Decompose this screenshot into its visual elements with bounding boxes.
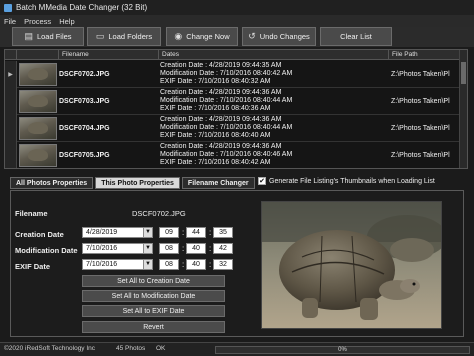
col-file-path[interactable]: File Path [389, 50, 459, 60]
clear-list-button[interactable]: Clear List [320, 27, 392, 46]
menu-help[interactable]: Help [59, 17, 74, 26]
grid-header: Filename Dates File Path [5, 50, 467, 60]
folder-icon: ▭ [95, 31, 105, 41]
row-filename: DSCF0705.JPG [59, 152, 110, 159]
file-list-grid[interactable]: Filename Dates File Path ▶ DSCF0702.JPG … [4, 49, 468, 169]
modification-date-label: Modification Date [15, 246, 78, 255]
creation-date-picker[interactable]: 4/28/2019 ▼ [82, 227, 153, 238]
col-filename[interactable]: Filename [59, 50, 159, 60]
modification-minute-field[interactable]: 40 [186, 243, 206, 254]
row-file-path: Z:\Photos Taken\Pl [391, 98, 450, 105]
row-indicator [5, 142, 17, 168]
load-folders-button[interactable]: ▭ Load Folders [87, 27, 161, 46]
row-creation-date: Creation Date : 4/28/2019 09:44:36 AM [160, 116, 282, 123]
chevron-down-icon[interactable]: ▼ [143, 228, 152, 237]
chevron-down-icon[interactable]: ▼ [143, 244, 152, 253]
revert-button[interactable]: Revert [82, 321, 225, 333]
row-filename: DSCF0702.JPG [59, 71, 110, 78]
modification-hour-field[interactable]: 08 [159, 243, 179, 254]
row-thumbnail [19, 63, 57, 86]
row-creation-date: Creation Date : 4/28/2019 09:44:36 AM [160, 143, 282, 150]
tab-filename-changer[interactable]: Filename Changer [181, 177, 255, 189]
menu-process[interactable]: Process [24, 17, 51, 26]
undo-icon: ↺ [248, 31, 256, 41]
row-file-path: Z:\Photos Taken\Pl [391, 71, 450, 78]
photo-count: 45 Photos [116, 345, 146, 352]
set-all-exif-date-button[interactable]: Set All to EXIF Date [82, 305, 225, 317]
exif-hour-field[interactable]: 08 [159, 259, 179, 270]
progress-bar: 0% [215, 346, 470, 354]
table-row[interactable]: DSCF0704.JPG Creation Date : 4/28/2019 0… [5, 115, 467, 142]
grid-scroll-thumb[interactable] [461, 62, 466, 84]
row-indicator [5, 88, 17, 115]
row-exif-date: EXIF Date : 7/10/2016 08:40:42 AM [160, 159, 271, 166]
exif-second-field[interactable]: 32 [213, 259, 233, 270]
row-thumbnail [19, 90, 57, 113]
row-modification-date: Modification Date : 7/10/2016 08:40:44 A… [160, 124, 293, 131]
filename-value: DSCF0702.JPG [132, 209, 186, 218]
exif-date-picker[interactable]: 7/10/2016 ▼ [82, 259, 153, 270]
tab-this-photo-properties[interactable]: This Photo Properties [95, 177, 180, 189]
exif-date-label: EXIF Date [15, 262, 51, 271]
filename-label: Filename [15, 209, 48, 218]
photo-preview [261, 201, 442, 329]
thumbnail-option[interactable]: ✔ Generate File Listing's Thumbnails whe… [258, 177, 435, 185]
row-exif-date: EXIF Date : 7/10/2016 08:40:40 AM [160, 132, 271, 139]
row-file-path: Z:\Photos Taken\Pl [391, 125, 450, 132]
set-all-creation-date-button[interactable]: Set All to Creation Date [82, 275, 225, 287]
row-indicator [5, 115, 17, 142]
row-creation-date: Creation Date : 4/28/2019 09:44:36 AM [160, 89, 282, 96]
tab-all-photos-properties[interactable]: All Photos Properties [10, 177, 94, 189]
menu-file[interactable]: File [4, 17, 16, 26]
change-now-icon: ◉ [174, 31, 183, 41]
change-now-button[interactable]: ◉ Change Now [166, 27, 238, 46]
creation-second-field[interactable]: 35 [213, 227, 233, 238]
toolbar: ▤ Load Files ▭ Load Folders ◉ Change Now… [0, 27, 474, 47]
load-files-icon: ▤ [24, 31, 33, 41]
creation-date-label: Creation Date [15, 230, 64, 239]
copyright-text: ©2020 iRedSoft Technology Inc [4, 345, 96, 352]
table-row[interactable]: DSCF0705.JPG Creation Date : 4/28/2019 0… [5, 142, 467, 168]
app-icon [4, 3, 12, 12]
thumbnail-option-label: Generate File Listing's Thumbnails when … [269, 177, 435, 185]
row-thumbnail [19, 144, 57, 167]
chevron-down-icon[interactable]: ▼ [143, 260, 152, 269]
thumbnail-checkbox[interactable]: ✔ [258, 177, 266, 185]
row-modification-date: Modification Date : 7/10/2016 08:40:42 A… [160, 70, 293, 77]
row-filename: DSCF0703.JPG [59, 98, 110, 105]
col-dates[interactable]: Dates [159, 50, 389, 60]
modification-second-field[interactable]: 42 [213, 243, 233, 254]
row-creation-date: Creation Date : 4/28/2019 09:44:35 AM [160, 62, 282, 69]
menu-bar: File Process Help [0, 15, 474, 27]
status-text: OK [156, 345, 166, 352]
row-file-path: Z:\Photos Taken\Pl [391, 152, 450, 159]
status-bar: ©2020 iRedSoft Technology Inc 45 Photos … [0, 342, 474, 356]
exif-minute-field[interactable]: 40 [186, 259, 206, 270]
creation-minute-field[interactable]: 44 [186, 227, 206, 238]
grid-scrollbar[interactable] [459, 50, 467, 168]
row-filename: DSCF0704.JPG [59, 125, 110, 132]
table-row[interactable]: DSCF0703.JPG Creation Date : 4/28/2019 0… [5, 88, 467, 115]
tortoise-photo [262, 202, 441, 328]
table-row[interactable]: ▶ DSCF0702.JPG Creation Date : 4/28/2019… [5, 61, 467, 88]
set-all-modification-date-button[interactable]: Set All to Modification Date [82, 290, 225, 302]
row-modification-date: Modification Date : 7/10/2016 08:40:46 A… [160, 151, 293, 158]
load-files-button[interactable]: ▤ Load Files [12, 27, 84, 46]
row-thumbnail [19, 117, 57, 140]
row-exif-date: EXIF Date : 7/10/2016 08:40:36 AM [160, 105, 271, 112]
row-indicator: ▶ [5, 61, 17, 88]
undo-changes-button[interactable]: ↺ Undo Changes [242, 27, 316, 46]
window-title: Batch MMedia Date Changer (32 Bit) [16, 3, 148, 12]
row-modification-date: Modification Date : 7/10/2016 08:40:44 A… [160, 97, 293, 104]
creation-hour-field[interactable]: 09 [159, 227, 179, 238]
progress-label: 0% [338, 347, 347, 353]
row-exif-date: EXIF Date : 7/10/2016 08:40:32 AM [160, 78, 271, 85]
modification-date-picker[interactable]: 7/10/2016 ▼ [82, 243, 153, 254]
properties-tabs: All Photos Properties This Photo Propert… [10, 177, 257, 189]
title-bar: Batch MMedia Date Changer (32 Bit) [0, 0, 474, 15]
